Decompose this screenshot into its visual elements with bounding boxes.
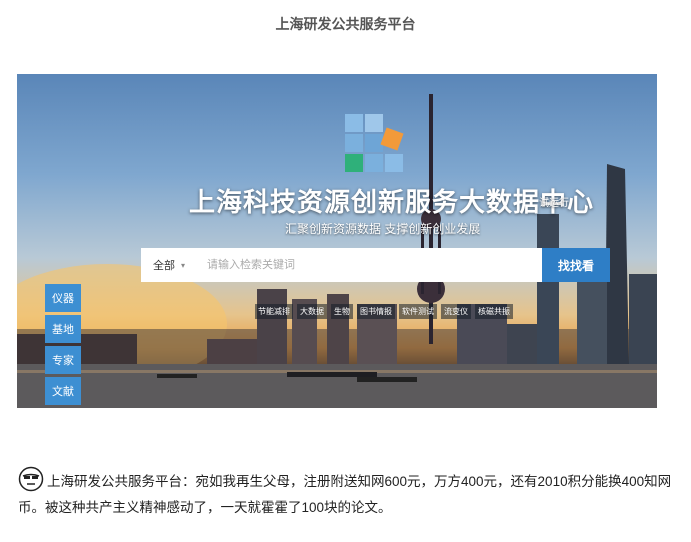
side-nav-experts[interactable]: 专家 — [45, 346, 81, 374]
side-nav: 仪器 基地 专家 文献 — [45, 284, 81, 405]
search-bar: 全部 ▾ — [141, 248, 542, 282]
tag-item[interactable]: 流变仪 — [441, 304, 471, 319]
logo-icon — [345, 114, 409, 178]
side-nav-bases[interactable]: 基地 — [45, 315, 81, 343]
tag-item[interactable]: 节能减排 — [255, 304, 293, 319]
banner-title: 上海科技资源创新服务大数据中心 — [189, 187, 595, 217]
tag-item[interactable]: 大数据 — [297, 304, 327, 319]
trial-badge: 试运行 — [539, 198, 569, 209]
chevron-down-icon: ▾ — [181, 260, 186, 270]
post-text: 上海研发公共服务平台：宛如我再生父母，注册附送知网600元，万方400元，还有2… — [18, 474, 672, 515]
hero-banner: 上海科技资源创新服务大数据中心 试运行 汇聚创新资源数据 支撑创新创业发展 全部… — [17, 74, 657, 408]
cool-face-emoji-icon — [18, 466, 44, 492]
banner-subtitle: 汇聚创新资源数据 支撑创新创业发展 — [285, 222, 481, 236]
search-scope-label: 全部 — [153, 260, 175, 272]
search-input[interactable] — [205, 258, 542, 272]
post-paragraph: 上海研发公共服务平台：宛如我再生父母，注册附送知网600元，万方400元，还有2… — [18, 466, 678, 521]
search-scope-dropdown[interactable]: 全部 ▾ — [141, 257, 205, 273]
side-nav-literature[interactable]: 文献 — [45, 377, 81, 405]
search-button[interactable]: 找找看 — [542, 248, 610, 282]
hot-tags: 节能减排 大数据 生物 图书情报 软件测试 流变仪 核磁共振 — [255, 304, 513, 319]
side-nav-instruments[interactable]: 仪器 — [45, 284, 81, 312]
shanghai-skyline-image — [17, 94, 657, 408]
tag-item[interactable]: 核磁共振 — [475, 304, 513, 319]
tag-item[interactable]: 图书情报 — [357, 304, 395, 319]
tag-item[interactable]: 软件测试 — [399, 304, 437, 319]
page-title: 上海研发公共服务平台 — [275, 16, 416, 32]
tag-item[interactable]: 生物 — [331, 304, 353, 319]
